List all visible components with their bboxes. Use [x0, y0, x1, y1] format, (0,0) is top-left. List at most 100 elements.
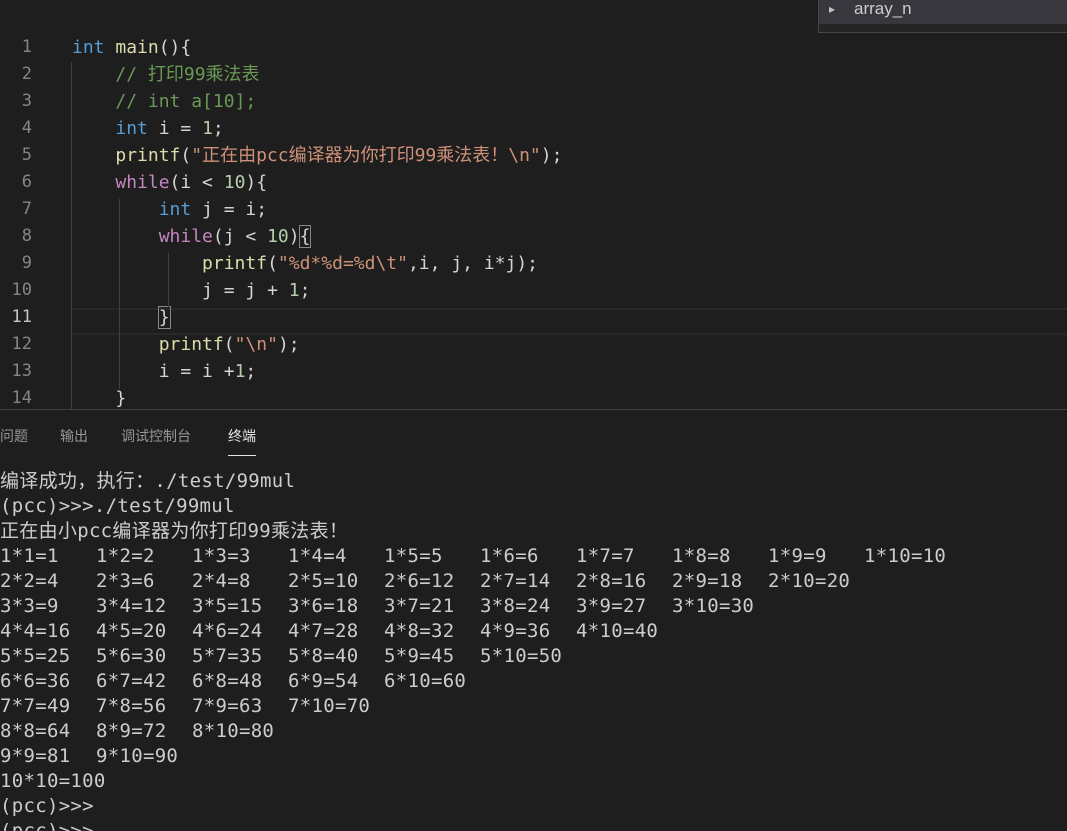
line-number: 6 — [21, 172, 32, 192]
table-cell: 4*9=36 — [480, 620, 551, 642]
table-cell: 5*5=25 — [0, 645, 71, 667]
code-token: (i < — [169, 172, 224, 193]
code-line[interactable]: while(i < 10){ — [72, 169, 267, 196]
table-cell: 4*10=40 — [576, 620, 659, 642]
table-cell: 3*3=9 — [0, 595, 59, 617]
table-cell: 1*6=6 — [480, 545, 539, 567]
table-cell: 7*10=70 — [288, 695, 371, 717]
code-token: while — [158, 226, 213, 247]
code-token: int — [115, 118, 148, 139]
code-token: i = — [147, 118, 203, 139]
code-token: (j < — [212, 226, 268, 247]
code-token: // int a[10]; — [115, 91, 257, 112]
code-token: int — [72, 37, 105, 58]
terminal-line: 正在由小pcc编译器为你打印99乘法表！ — [0, 520, 349, 542]
table-cell: 1*7=7 — [576, 545, 635, 567]
code-line[interactable]: printf("\n"); — [72, 331, 300, 358]
code-line[interactable]: printf("正在由pcc编译器为你打印99乘法表！\n"); — [72, 142, 562, 169]
code-token: while — [115, 172, 170, 193]
line-number: 4 — [21, 118, 32, 138]
table-cell: 4*4=16 — [0, 620, 71, 642]
code-token: 1 — [202, 118, 213, 139]
tab-debug-console[interactable]: 调试控制台 — [121, 426, 191, 446]
code-line[interactable]: int j = i; — [72, 196, 267, 223]
table-cell: 1*4=4 — [288, 545, 347, 567]
code-line[interactable]: int main(){ — [72, 34, 191, 61]
code-line[interactable]: } — [72, 304, 171, 331]
code-line[interactable]: int i = 1; — [72, 115, 223, 142]
code-token: ( — [223, 334, 235, 355]
table-cell: 7*8=56 — [96, 695, 167, 717]
code-token: // 打印99乘法表 — [115, 64, 260, 85]
tab-problems[interactable]: 问题 — [0, 426, 28, 446]
table-cell: 3*5=15 — [192, 595, 263, 617]
table-cell: 2*4=8 — [192, 570, 251, 592]
code-editor[interactable]: 1 2 3 4 5 6 7 8 9 10 11 12 13 14 int main(){ // 打印99乘… — [0, 0, 1067, 409]
table-cell: 1*9=9 — [768, 545, 827, 567]
line-number: 14 — [11, 388, 32, 408]
terminal-line: (pcc)>>>./test/99mul — [0, 495, 235, 517]
outline-popup[interactable]: ▸ array_n — [818, 0, 1067, 33]
table-cell: 5*10=50 — [480, 645, 563, 667]
bottom-panel: 问题 输出 调试控制台 终端 编译成功，执行：./test/99mul (pcc)… — [0, 409, 1067, 831]
table-cell: 8*8=64 — [0, 720, 71, 742]
table-cell: 2*5=10 — [288, 570, 359, 592]
terminal-line: (pcc)>>> — [0, 820, 94, 831]
table-cell: 5*7=35 — [192, 645, 263, 667]
table-cell: 9*9=81 — [0, 745, 71, 767]
table-cell: 5*9=45 — [384, 645, 455, 667]
indent-guide — [168, 253, 169, 307]
terminal-line: 编译成功，执行：./test/99mul — [0, 470, 296, 492]
table-cell: 1*10=10 — [864, 545, 947, 567]
table-cell: 4*7=28 — [288, 620, 359, 642]
outline-item[interactable]: ▸ array_n — [819, 0, 1067, 24]
line-number: 2 — [21, 64, 32, 84]
chevron-right-icon[interactable]: ▸ — [829, 2, 835, 16]
table-cell: 6*9=54 — [288, 670, 359, 692]
table-cell: 3*9=27 — [576, 595, 647, 617]
code-line[interactable]: // 打印99乘法表 — [72, 61, 260, 88]
outline-item-label: array_n — [854, 0, 912, 18]
table-cell: 3*4=12 — [96, 595, 167, 617]
code-token: int — [158, 199, 192, 220]
table-cell: 2*3=6 — [96, 570, 155, 592]
code-token: } — [157, 306, 171, 329]
table-cell: 10*10=100 — [0, 770, 106, 792]
code-token: } — [72, 388, 127, 409]
line-number: 3 — [21, 91, 32, 111]
table-cell: 5*8=40 — [288, 645, 359, 667]
line-number: 12 — [11, 334, 32, 354]
code-line[interactable]: while(j < 10){ — [72, 223, 312, 250]
code-line[interactable]: // int a[10]; — [72, 88, 256, 115]
tab-terminal[interactable]: 终端 — [228, 426, 256, 456]
table-cell: 8*10=80 — [192, 720, 275, 742]
code-token: j = j + — [72, 280, 289, 301]
code-token: ; — [299, 280, 311, 301]
table-cell: 2*8=16 — [576, 570, 647, 592]
code-token: main — [115, 37, 159, 58]
line-number: 11 — [11, 307, 32, 327]
code-token: { — [298, 225, 312, 248]
line-number: 8 — [21, 226, 32, 246]
code-line[interactable]: j = j + 1; — [72, 277, 310, 304]
table-cell: 1*8=8 — [672, 545, 731, 567]
table-cell: 7*7=49 — [0, 695, 71, 717]
code-token: 1 — [288, 280, 300, 301]
code-line[interactable]: printf("%d*%d=%d\t",i, j, i*j); — [72, 250, 538, 277]
code-token: ); — [277, 334, 300, 355]
code-token: 10 — [267, 226, 289, 247]
table-cell: 1*5=5 — [384, 545, 443, 567]
code-line[interactable]: i = i +1; — [72, 358, 257, 385]
tab-output[interactable]: 输出 — [60, 426, 88, 446]
table-cell: 1*2=2 — [96, 545, 155, 567]
table-cell: 6*8=48 — [192, 670, 263, 692]
terminal[interactable]: 编译成功，执行：./test/99mul (pcc)>>>./test/99mul… — [0, 469, 1067, 831]
